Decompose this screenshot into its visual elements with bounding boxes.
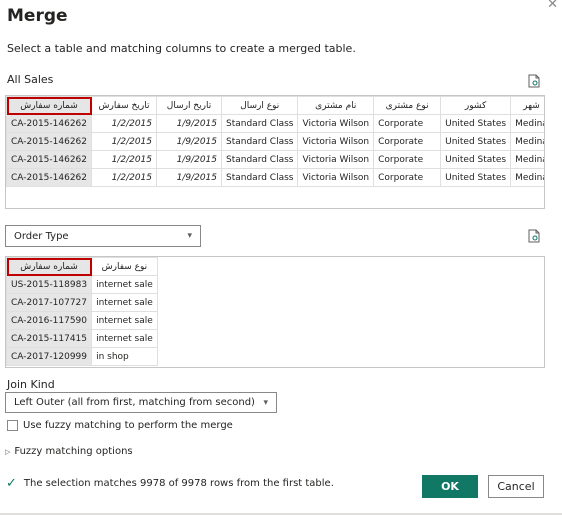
table-cell: Medina: [510, 132, 544, 151]
table-cell: Medina: [510, 168, 544, 187]
refresh-preview-icon-2[interactable]: [528, 228, 540, 247]
column-header[interactable]: نوع ارسال: [220, 96, 299, 115]
table-row: CA-2015-146262 1/2/2015 1/9/2015 Standard C…: [6, 114, 544, 133]
ok-button[interactable]: OK: [422, 475, 478, 498]
table-cell: United States: [440, 168, 512, 187]
fuzzy-options-toggle[interactable]: ▷ Fuzzy matching options: [5, 446, 133, 457]
join-kind-label: Join Kind: [7, 378, 55, 391]
table-cell: United States: [440, 132, 512, 151]
join-kind-value: Left Outer (all from first, matching fro…: [14, 397, 255, 408]
table-cell: 1/2/2015: [91, 168, 157, 187]
table-cell: 1/2/2015: [91, 114, 157, 133]
table-cell: Victoria Wilson: [297, 114, 375, 133]
column-header[interactable]: تاریخ ارسال: [156, 96, 222, 115]
table-row: US-2015-118983 internet sale: [6, 275, 158, 294]
table-cell: Standard Class: [220, 168, 299, 187]
table-row: CA-2015-146262 1/2/2015 1/9/2015 Standard C…: [6, 132, 544, 151]
column-header[interactable]: شماره سفارش: [6, 96, 92, 115]
table-cell: Corporate: [373, 114, 442, 133]
column-header[interactable]: شهر: [510, 96, 544, 115]
table-cell: Standard Class: [220, 132, 299, 151]
second-table-preview: شماره سفارش نوع سفارش US-2015-118983 inter…: [5, 256, 545, 368]
chevron-down-icon: ▾: [263, 397, 268, 408]
second-table-value: Order Type: [14, 230, 69, 242]
table-cell: CA-2017-107727: [6, 293, 93, 312]
chevron-down-icon: ▾: [187, 231, 192, 241]
table-cell: 1/2/2015: [91, 150, 157, 169]
table-row: CA-2015-117415 internet sale: [6, 329, 158, 348]
column-header[interactable]: کشور: [440, 96, 512, 115]
table-cell: Victoria Wilson: [297, 150, 375, 169]
first-table-grid: شماره سفارش تاریخ سفارش تاریخ ارسال نوع ارس…: [6, 96, 544, 187]
table-row: CA-2017-120999 in shop: [6, 347, 158, 366]
fuzzy-options-label: Fuzzy matching options: [14, 446, 133, 457]
table-cell: Victoria Wilson: [297, 168, 375, 187]
table-cell: 1/9/2015: [156, 150, 222, 169]
table-cell: internet sale: [91, 275, 158, 294]
table-cell: Standard Class: [220, 150, 299, 169]
column-header[interactable]: نوع سفارش: [91, 257, 158, 276]
first-table-preview: شماره سفارش تاریخ سفارش تاریخ ارسال نوع ارس…: [5, 95, 545, 209]
table-row: CA-2015-146262 1/2/2015 1/9/2015 Standard C…: [6, 168, 544, 187]
refresh-preview-icon[interactable]: [528, 73, 540, 92]
table-cell: internet sale: [91, 329, 158, 348]
table-cell: Medina: [510, 114, 544, 133]
table-row: CA-2015-146262 1/2/2015 1/9/2015 Standard C…: [6, 150, 544, 169]
table-cell: Corporate: [373, 168, 442, 187]
table-cell: in shop: [91, 347, 158, 366]
column-header[interactable]: تاریخ سفارش: [91, 96, 157, 115]
dialog-title: Merge: [7, 6, 68, 26]
column-header[interactable]: نوع مشتری: [373, 96, 442, 115]
table-cell: internet sale: [91, 293, 158, 312]
second-table-grid: شماره سفارش نوع سفارش US-2015-118983 inter…: [6, 257, 158, 366]
table-cell: CA-2017-120999: [6, 347, 93, 366]
table-cell: CA-2015-146262: [6, 132, 92, 151]
table-cell: CA-2015-146262: [6, 150, 92, 169]
dialog-subtitle: Select a table and matching columns to c…: [7, 42, 356, 55]
table-cell: 1/2/2015: [91, 132, 157, 151]
expand-icon: ▷: [5, 447, 11, 456]
match-status: ✓ The selection matches 9978 of 9978 row…: [6, 476, 334, 491]
table-cell: CA-2015-117415: [6, 329, 93, 348]
table-cell: CA-2016-117590: [6, 311, 93, 330]
close-icon[interactable]: ✕: [547, 0, 558, 12]
table-cell: United States: [440, 150, 512, 169]
match-status-text: The selection matches 9978 of 9978 rows …: [23, 478, 334, 489]
table-cell: Medina: [510, 150, 544, 169]
table-cell: Corporate: [373, 132, 442, 151]
table-row: CA-2016-117590 internet sale: [6, 311, 158, 330]
table-cell: internet sale: [91, 311, 158, 330]
table-cell: 1/9/2015: [156, 132, 222, 151]
table-cell: Victoria Wilson: [297, 132, 375, 151]
checkmark-icon: ✓: [6, 476, 17, 491]
fuzzy-matching-label: Use fuzzy matching to perform the merge: [23, 420, 233, 431]
table-cell: US-2015-118983: [6, 275, 93, 294]
first-table-name: All Sales: [7, 73, 54, 86]
second-table-select[interactable]: Order Type ▾: [5, 225, 201, 247]
table-row: CA-2017-107727 internet sale: [6, 293, 158, 312]
table-cell: Corporate: [373, 150, 442, 169]
table-cell: 1/9/2015: [156, 168, 222, 187]
column-header[interactable]: شماره سفارش: [6, 257, 93, 276]
column-header[interactable]: نام مشتری: [297, 96, 375, 115]
table-cell: United States: [440, 114, 512, 133]
table-cell: CA-2015-146262: [6, 168, 92, 187]
table-cell: CA-2015-146262: [6, 114, 92, 133]
table-cell: 1/9/2015: [156, 114, 222, 133]
join-kind-select[interactable]: Left Outer (all from first, matching fro…: [5, 392, 277, 413]
fuzzy-matching-checkbox[interactable]: [7, 420, 18, 431]
fuzzy-matching-option[interactable]: Use fuzzy matching to perform the merge: [7, 420, 233, 431]
table-cell: Standard Class: [220, 114, 299, 133]
cancel-button[interactable]: Cancel: [488, 475, 544, 498]
